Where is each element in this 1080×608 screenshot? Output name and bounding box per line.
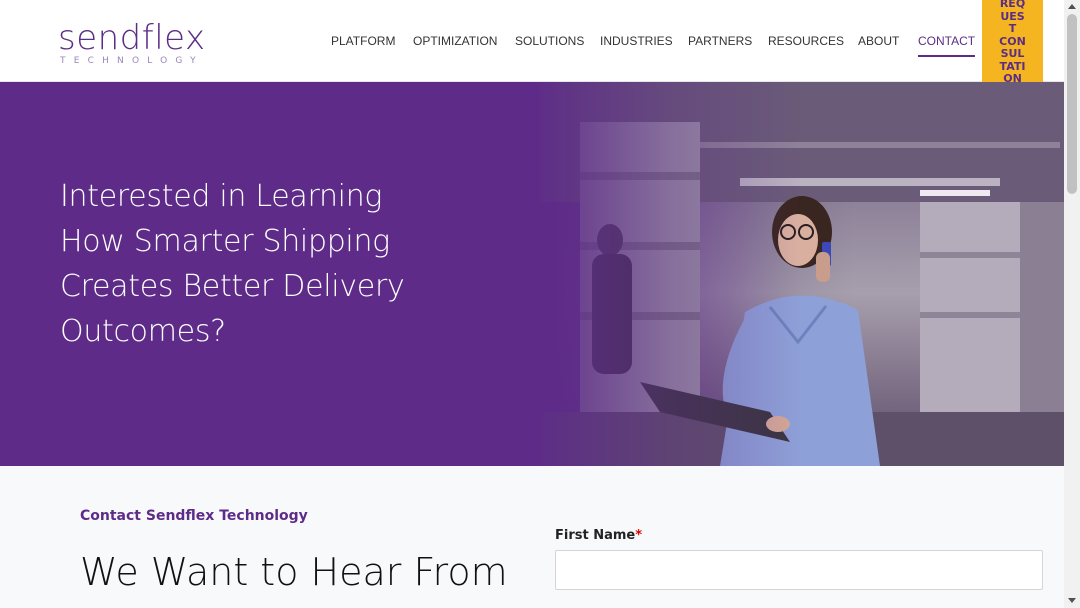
- hero-banner: Interested in Learning How Smarter Shipp…: [0, 82, 1064, 466]
- nav-item-contact[interactable]: CONTACT: [918, 34, 976, 57]
- nav-item-optimization[interactable]: OPTIMIZATION: [413, 34, 497, 48]
- first-name-label: First Name*: [555, 528, 642, 543]
- scroll-down-arrow-icon[interactable]: [1068, 598, 1076, 603]
- logo-wordmark: sendflex: [58, 18, 206, 58]
- contact-heading: We Want to Hear From: [80, 550, 508, 594]
- hero-heading-line: Interested in Learning: [60, 179, 383, 214]
- scrollbar-thumb[interactable]: [1067, 14, 1077, 194]
- hero-heading-line: Creates Better Delivery: [60, 269, 405, 304]
- hero-photo-warehouse-woman: [540, 82, 1064, 466]
- nav-item-partners[interactable]: PARTNERS: [688, 34, 752, 48]
- cta-line: REQ: [999, 0, 1026, 10]
- hero-heading: Interested in Learning How Smarter Shipp…: [60, 174, 480, 354]
- site-header: sendflex TECHNOLOGY PLATFORM OPTIMIZATIO…: [0, 0, 1064, 100]
- nav-item-industries[interactable]: INDUSTRIES: [600, 34, 673, 48]
- first-name-field[interactable]: [555, 550, 1043, 590]
- nav-item-about[interactable]: ABOUT: [858, 34, 899, 48]
- required-asterisk: *: [635, 528, 643, 543]
- logo-tagline: TECHNOLOGY: [60, 56, 204, 66]
- nav-item-platform[interactable]: PLATFORM: [331, 34, 395, 48]
- cta-line: T: [1008, 22, 1017, 35]
- contact-eyebrow: Contact Sendflex Technology: [80, 508, 308, 524]
- scroll-up-arrow-icon[interactable]: [1068, 4, 1076, 9]
- sendflex-logo[interactable]: sendflex TECHNOLOGY: [58, 18, 206, 66]
- warehouse-scene-illustration: [540, 82, 1064, 466]
- hero-heading-line: How Smarter Shipping: [60, 224, 390, 259]
- nav-item-solutions[interactable]: SOLUTIONS: [515, 34, 584, 48]
- page-scrollbar[interactable]: [1064, 0, 1080, 608]
- first-name-label-text: First Name: [555, 528, 636, 543]
- hero-heading-line: Outcomes?: [60, 314, 226, 349]
- contact-section: Contact Sendflex Technology We Want to H…: [0, 466, 1064, 608]
- cta-line: SUL: [1000, 47, 1025, 60]
- nav-item-resources[interactable]: RESOURCES: [768, 34, 844, 48]
